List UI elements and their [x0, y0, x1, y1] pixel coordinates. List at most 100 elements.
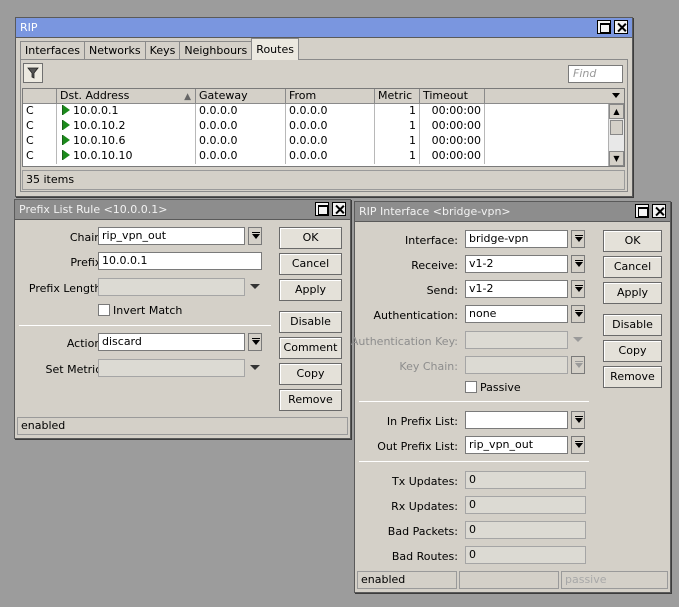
table-row[interactable]: C 10.0.10.10 0.0.0.0 0.0.0.0 1 00:00:00: [23, 149, 624, 164]
col-timeout[interactable]: Timeout: [420, 89, 485, 103]
iface-separator-2: [359, 461, 589, 462]
rip-window-titlebar[interactable]: RIP: [16, 18, 632, 38]
col-gateway[interactable]: Gateway: [196, 89, 286, 103]
cancel-button[interactable]: Cancel: [603, 256, 662, 278]
row-flag: C: [23, 119, 57, 134]
row-empty: [485, 104, 624, 119]
receive-field[interactable]: v1-2: [465, 255, 568, 273]
action-dropdown-icon[interactable]: [248, 333, 262, 351]
bad-packets-label: Bad Packets:: [387, 525, 458, 538]
find-input[interactable]: Find: [568, 65, 623, 83]
prefix-length-field[interactable]: [98, 278, 245, 296]
interface-field[interactable]: bridge-vpn: [465, 230, 568, 248]
row-metric: 1: [375, 104, 420, 119]
rip-iface-title: RIP Interface <bridge-vpn>: [359, 205, 511, 218]
auth-key-dropdown-icon[interactable]: [573, 335, 583, 345]
ok-button[interactable]: OK: [279, 227, 342, 249]
send-field[interactable]: v1-2: [465, 280, 568, 298]
route-flag-icon: [63, 120, 70, 130]
row-gateway: 0.0.0.0: [196, 104, 286, 119]
out-prefix-field[interactable]: rip_vpn_out: [465, 436, 568, 454]
prefix-length-dropdown-icon[interactable]: [250, 282, 260, 292]
col-flag[interactable]: [23, 89, 57, 103]
send-dropdown-icon[interactable]: [571, 280, 585, 298]
row-timeout: 00:00:00: [420, 119, 485, 134]
prefix-window-titlebar[interactable]: Prefix List Rule <10.0.0.1>: [15, 200, 350, 220]
scroll-thumb[interactable]: [610, 120, 623, 135]
chain-field[interactable]: rip_vpn_out: [98, 227, 245, 245]
in-prefix-dropdown-icon[interactable]: [571, 411, 585, 429]
prefix-field[interactable]: 10.0.0.1: [98, 252, 262, 270]
maximize-icon[interactable]: [315, 202, 329, 216]
tab-keys[interactable]: Keys: [144, 41, 181, 60]
row-empty: [485, 119, 624, 134]
scroll-down-icon[interactable]: ▼: [609, 151, 624, 166]
tab-neighbours[interactable]: Neighbours: [179, 41, 253, 60]
copy-button[interactable]: Copy: [279, 363, 342, 385]
row-flag: C: [23, 104, 57, 119]
key-chain-dropdown-icon[interactable]: [571, 356, 585, 374]
set-metric-dropdown-icon[interactable]: [250, 363, 260, 373]
action-field[interactable]: discard: [98, 333, 245, 351]
disable-button[interactable]: Disable: [603, 314, 662, 336]
prefix-length-label: Prefix Length:: [28, 282, 105, 295]
auth-key-label: Authentication Key:: [350, 335, 458, 348]
row-timeout: 00:00:00: [420, 149, 485, 164]
col-dst-address[interactable]: Dst. Address ▲: [57, 89, 196, 103]
col-from[interactable]: From: [286, 89, 375, 103]
apply-button[interactable]: Apply: [279, 279, 342, 301]
scroll-up-icon[interactable]: ▲: [609, 104, 624, 119]
authentication-label: Authentication:: [373, 309, 458, 322]
iface-status: enabled: [357, 571, 457, 589]
prefix-list-rule-window: Prefix List Rule <10.0.0.1> Chain: rip_v…: [14, 199, 351, 439]
in-prefix-field[interactable]: [465, 411, 568, 429]
cancel-button[interactable]: Cancel: [279, 253, 342, 275]
invert-match-checkbox[interactable]: [98, 304, 110, 316]
key-chain-label: Key Chain:: [399, 360, 458, 373]
column-menu-icon[interactable]: [608, 89, 624, 103]
bad-routes-value: 0: [465, 546, 586, 564]
comment-button[interactable]: Comment: [279, 337, 342, 359]
remove-button[interactable]: Remove: [279, 389, 342, 411]
row-gateway: 0.0.0.0: [196, 134, 286, 149]
rip-iface-titlebar[interactable]: RIP Interface <bridge-vpn>: [355, 202, 670, 222]
row-metric: 1: [375, 149, 420, 164]
send-label: Send:: [426, 284, 458, 297]
ok-button[interactable]: OK: [603, 230, 662, 252]
authentication-field[interactable]: none: [465, 305, 568, 323]
passive-checkbox[interactable]: [465, 381, 477, 393]
set-metric-field[interactable]: [98, 359, 245, 377]
authentication-dropdown-icon[interactable]: [571, 305, 585, 323]
table-row[interactable]: C 10.0.0.1 0.0.0.0 0.0.0.0 1 00:00:00: [23, 104, 624, 119]
filter-button[interactable]: [23, 63, 43, 83]
maximize-icon[interactable]: [635, 204, 649, 218]
table-scrollbar[interactable]: ▲ ▼: [608, 104, 624, 166]
interface-dropdown-icon[interactable]: [571, 230, 585, 248]
rip-status-bar: 35 items: [22, 170, 625, 190]
close-icon[interactable]: [332, 202, 346, 216]
prefix-window-title: Prefix List Rule <10.0.0.1>: [19, 203, 168, 216]
tab-networks[interactable]: Networks: [83, 41, 146, 60]
col-metric[interactable]: Metric: [375, 89, 420, 103]
copy-button[interactable]: Copy: [603, 340, 662, 362]
row-dst: 10.0.10.2: [57, 119, 196, 134]
apply-button[interactable]: Apply: [603, 282, 662, 304]
table-row[interactable]: C 10.0.10.6 0.0.0.0 0.0.0.0 1 00:00:00: [23, 134, 624, 149]
receive-dropdown-icon[interactable]: [571, 255, 585, 273]
tab-routes[interactable]: Routes: [251, 38, 299, 60]
key-chain-field[interactable]: [465, 356, 568, 374]
route-flag-icon: [63, 135, 70, 145]
tab-interfaces[interactable]: Interfaces: [20, 41, 85, 60]
auth-key-field[interactable]: [465, 331, 568, 349]
disable-button[interactable]: Disable: [279, 311, 342, 333]
row-dst: 10.0.10.10: [57, 149, 196, 164]
out-prefix-dropdown-icon[interactable]: [571, 436, 585, 454]
maximize-icon[interactable]: [597, 20, 611, 34]
remove-button[interactable]: Remove: [603, 366, 662, 388]
col-empty: [485, 89, 608, 103]
chain-dropdown-icon[interactable]: [248, 227, 262, 245]
route-flag-icon: [63, 150, 70, 160]
close-icon[interactable]: [652, 204, 666, 218]
table-row[interactable]: C 10.0.10.2 0.0.0.0 0.0.0.0 1 00:00:00: [23, 119, 624, 134]
close-icon[interactable]: [614, 20, 628, 34]
